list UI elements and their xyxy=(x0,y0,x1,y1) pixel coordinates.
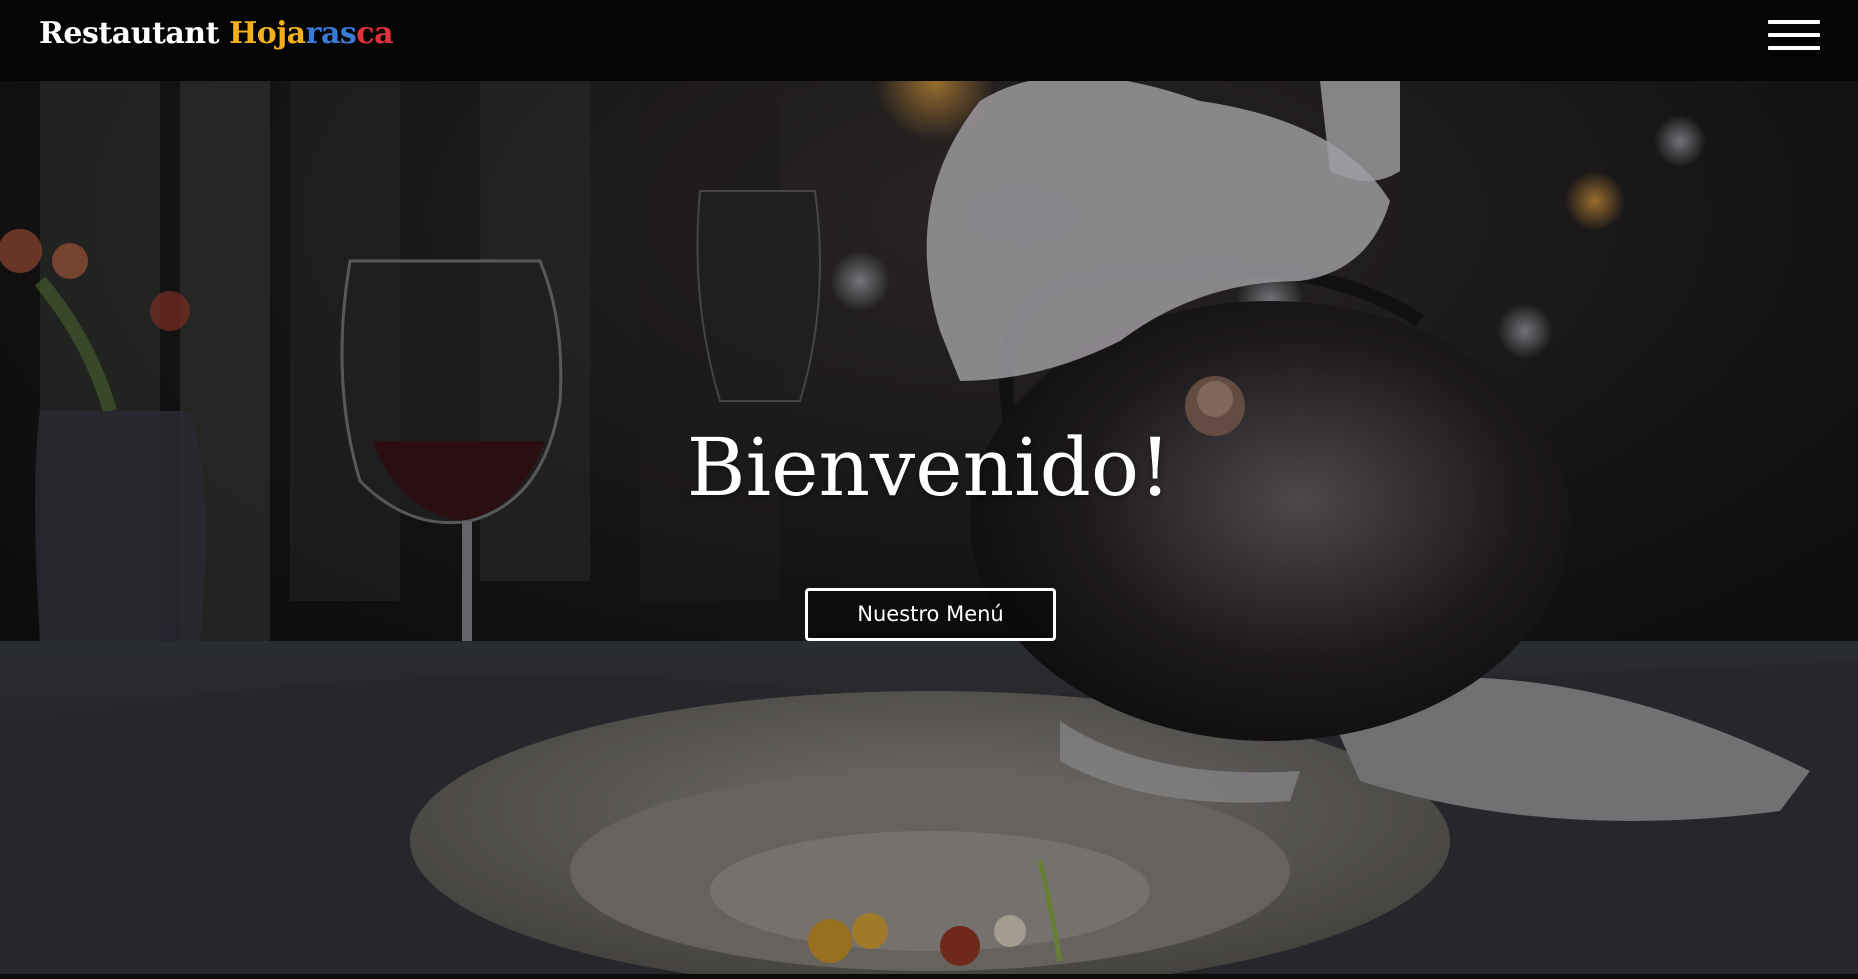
brand-word-hojarasca: Hojarasca xyxy=(228,16,394,51)
menu-bar-middle xyxy=(1768,33,1820,37)
brand-letter: j xyxy=(276,16,287,51)
menu-bar-top xyxy=(1768,20,1820,24)
brand-letter: a xyxy=(320,16,340,51)
brand-letter: o xyxy=(256,16,277,51)
brand-logo[interactable]: Restautant Hojarasca xyxy=(39,16,394,51)
brand-letter: s xyxy=(339,16,357,51)
brand-letter: c xyxy=(356,16,375,51)
menu-bar-bottom xyxy=(1768,46,1820,50)
our-menu-button[interactable]: Nuestro Menú xyxy=(805,588,1056,641)
brand-letter: a xyxy=(374,16,394,51)
hero-section: Bienvenido! Nuestro Menú xyxy=(0,81,1858,979)
hamburger-menu-icon[interactable] xyxy=(1768,19,1820,51)
brand-letter: r xyxy=(305,16,322,51)
brand-letter: a xyxy=(286,16,306,51)
hero-dark-overlay xyxy=(0,81,1858,979)
navbar: Restautant Hojarasca xyxy=(0,0,1858,81)
brand-letter: H xyxy=(228,16,257,51)
brand-word-restaurant: Restautant xyxy=(39,16,219,51)
hero-title: Bienvenido! xyxy=(686,421,1172,514)
